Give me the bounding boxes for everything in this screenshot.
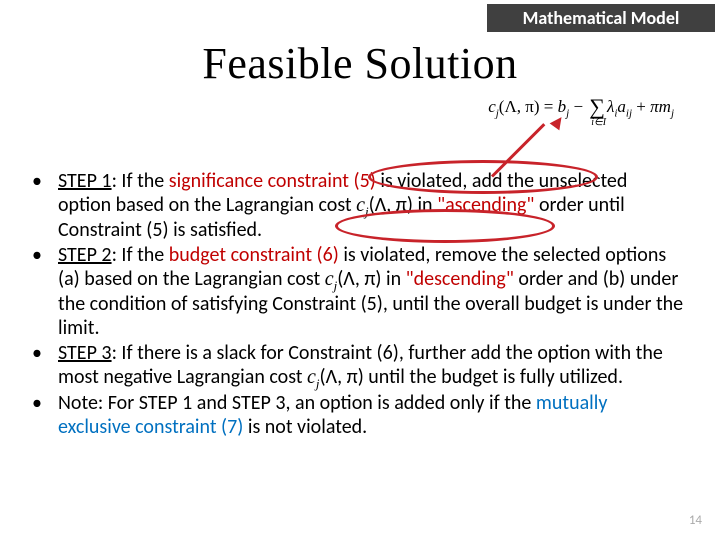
content-body: STEP 1: If the significance constraint (… [18, 170, 684, 441]
page-title: Feasible Solution [0, 38, 720, 89]
step-2-label: STEP 2 [58, 243, 112, 267]
hl-descending: "descending" [406, 267, 514, 291]
header-label-text: Mathematical Model [523, 7, 680, 29]
bullet-step-1: STEP 1: If the significance constraint (… [18, 170, 684, 243]
hl-budget-constraint: budget constraint (6) [169, 243, 339, 267]
page-number: 14 [689, 513, 702, 528]
bullet-step-3: STEP 3: If there is a slack for Constrai… [18, 342, 684, 391]
hl-significance-constraint: significance constraint (5) [169, 169, 376, 193]
step-3-label: STEP 3 [58, 341, 112, 365]
bullet-note: Note: For STEP 1 and STEP 3, an option i… [18, 392, 684, 440]
hl-ascending: "ascending" [437, 193, 534, 217]
step-1-label: STEP 1 [58, 169, 112, 193]
lagrangian-cost-formula: cj(Λ, π) = bj − ∑i∈Iλiaij + πmj [488, 97, 674, 119]
bullet-step-2: STEP 2: If the budget constraint (6) is … [18, 244, 684, 341]
header-label: Mathematical Model [487, 4, 715, 32]
